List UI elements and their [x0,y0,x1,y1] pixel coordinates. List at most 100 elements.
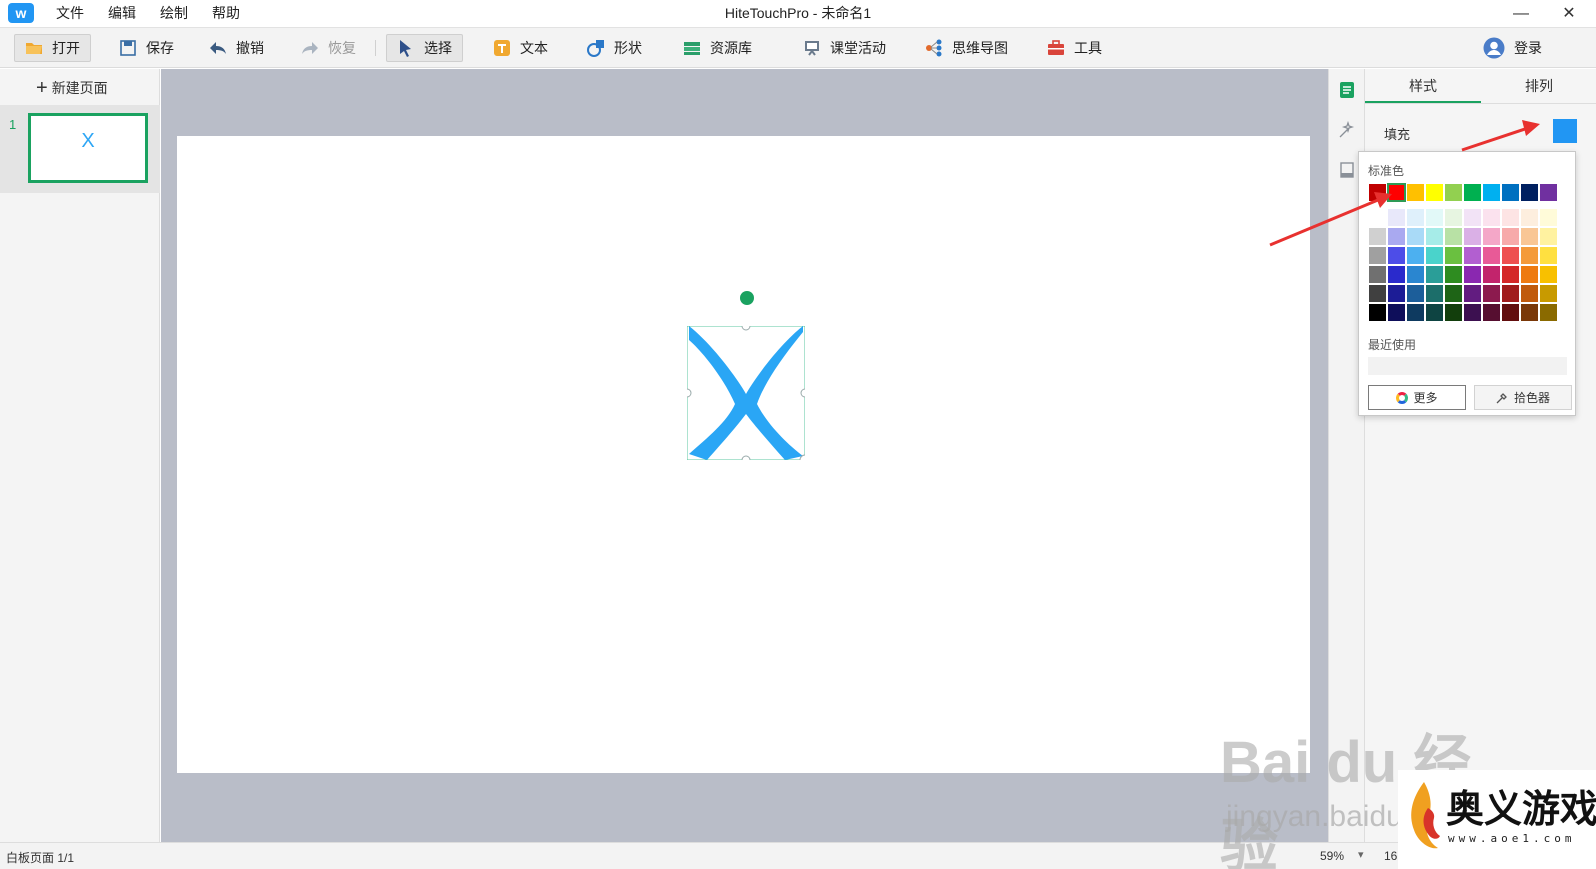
palette-color-swatch[interactable] [1406,303,1425,322]
resize-handle[interactable] [741,455,751,460]
palette-color-swatch[interactable] [1425,265,1444,284]
palette-color-swatch[interactable] [1501,227,1520,246]
shape-button[interactable]: 形状 [576,34,653,62]
more-colors-button[interactable]: 更多 [1368,385,1466,410]
palette-color-swatch[interactable] [1482,265,1501,284]
palette-color-swatch[interactable] [1539,246,1558,265]
open-button[interactable]: 打开 [14,34,91,62]
palette-color-swatch[interactable] [1425,227,1444,246]
zoom-level[interactable]: 59% [1320,849,1344,863]
palette-color-swatch[interactable] [1368,303,1387,322]
undo-button[interactable]: 撤销 [198,34,275,62]
palette-color-swatch[interactable] [1539,265,1558,284]
palette-color-swatch[interactable] [1387,246,1406,265]
resize-handle[interactable] [741,326,751,331]
magic-wand-icon[interactable] [1338,121,1356,139]
palette-color-swatch[interactable] [1387,303,1406,322]
palette-color-swatch[interactable] [1520,208,1539,227]
eyedropper-button[interactable]: 拾色器 [1474,385,1572,410]
palette-color-swatch[interactable] [1482,246,1501,265]
standard-color-swatch[interactable] [1406,183,1425,202]
palette-color-swatch[interactable] [1444,246,1463,265]
palette-color-swatch[interactable] [1444,208,1463,227]
palette-color-swatch[interactable] [1539,284,1558,303]
palette-color-swatch[interactable] [1463,284,1482,303]
palette-color-swatch[interactable] [1368,227,1387,246]
close-button[interactable]: ✕ [1546,0,1592,27]
minimize-button[interactable]: — [1498,0,1544,27]
palette-color-swatch[interactable] [1368,284,1387,303]
tab-arrange[interactable]: 排列 [1481,69,1596,103]
palette-color-swatch[interactable] [1482,208,1501,227]
selected-x-shape[interactable] [687,326,805,460]
palette-color-swatch[interactable] [1539,303,1558,322]
palette-color-swatch[interactable] [1444,284,1463,303]
palette-color-swatch[interactable] [1463,246,1482,265]
palette-color-swatch[interactable] [1444,265,1463,284]
palette-color-swatch[interactable] [1520,265,1539,284]
standard-color-swatch[interactable] [1463,183,1482,202]
new-page-button[interactable]: + 新建页面 [36,77,108,99]
palette-color-swatch[interactable] [1425,284,1444,303]
page-thumbnail[interactable]: X [28,113,148,183]
palette-color-swatch[interactable] [1406,208,1425,227]
standard-color-swatch[interactable] [1387,183,1406,202]
palette-color-swatch[interactable] [1463,265,1482,284]
palette-color-swatch[interactable] [1387,284,1406,303]
rotate-handle[interactable] [740,291,754,305]
palette-color-swatch[interactable] [1406,227,1425,246]
palette-color-swatch[interactable] [1501,265,1520,284]
standard-color-swatch[interactable] [1501,183,1520,202]
palette-color-swatch[interactable] [1425,208,1444,227]
resize-handle[interactable] [687,388,692,398]
standard-color-swatch[interactable] [1539,183,1558,202]
palette-color-swatch[interactable] [1406,265,1425,284]
page-list-item[interactable]: 1 X [0,105,160,193]
palette-color-swatch[interactable] [1501,303,1520,322]
book-icon[interactable] [1338,161,1356,179]
resources-button[interactable]: 资源库 [672,34,763,62]
standard-color-swatch[interactable] [1520,183,1539,202]
standard-color-swatch[interactable] [1425,183,1444,202]
palette-color-swatch[interactable] [1520,246,1539,265]
palette-color-swatch[interactable] [1368,246,1387,265]
palette-color-swatch[interactable] [1425,246,1444,265]
palette-color-swatch[interactable] [1444,303,1463,322]
redo-button[interactable]: 恢复 [290,34,367,62]
save-button[interactable]: 保存 [108,34,185,62]
palette-color-swatch[interactable] [1501,246,1520,265]
tools-button[interactable]: 工具 [1036,34,1113,62]
palette-color-swatch[interactable] [1501,284,1520,303]
palette-color-swatch[interactable] [1463,208,1482,227]
palette-color-swatch[interactable] [1406,246,1425,265]
classroom-button[interactable]: 课堂活动 [792,34,897,62]
document-icon[interactable] [1338,81,1356,99]
fill-color-button[interactable] [1553,119,1577,143]
palette-color-swatch[interactable] [1463,303,1482,322]
tab-style[interactable]: 样式 [1365,69,1481,103]
standard-color-swatch[interactable] [1444,183,1463,202]
palette-color-swatch[interactable] [1520,227,1539,246]
palette-color-swatch[interactable] [1539,227,1558,246]
palette-color-swatch[interactable] [1520,284,1539,303]
palette-color-swatch[interactable] [1368,208,1387,227]
palette-color-swatch[interactable] [1501,208,1520,227]
palette-color-swatch[interactable] [1482,284,1501,303]
palette-color-swatch[interactable] [1539,208,1558,227]
standard-color-swatch[interactable] [1368,183,1387,202]
mindmap-button[interactable]: 思维导图 [914,34,1019,62]
standard-color-swatch[interactable] [1482,183,1501,202]
palette-color-swatch[interactable] [1425,303,1444,322]
whiteboard-page[interactable] [177,136,1310,773]
select-button[interactable]: 选择 [386,34,463,62]
palette-color-swatch[interactable] [1482,227,1501,246]
palette-color-swatch[interactable] [1406,284,1425,303]
palette-color-swatch[interactable] [1387,208,1406,227]
palette-color-swatch[interactable] [1387,265,1406,284]
palette-color-swatch[interactable] [1520,303,1539,322]
login-button[interactable]: 登录 [1472,34,1553,62]
chevron-down-icon[interactable]: ▾ [1358,848,1364,861]
text-button[interactable]: 文本 [482,34,559,62]
palette-color-swatch[interactable] [1387,227,1406,246]
palette-color-swatch[interactable] [1482,303,1501,322]
